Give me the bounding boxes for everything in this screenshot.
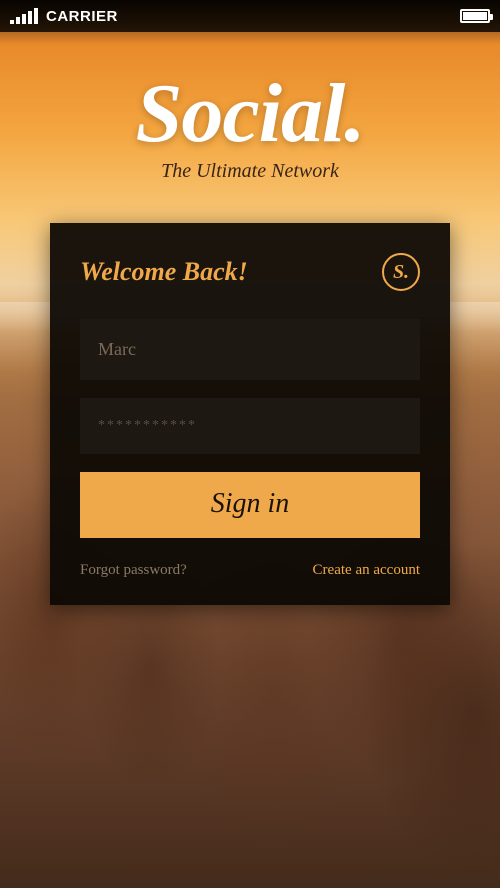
signal-icon bbox=[10, 8, 38, 24]
app-tagline: The Ultimate Network bbox=[0, 160, 500, 183]
username-input[interactable] bbox=[80, 319, 420, 380]
app-logo: Social. bbox=[0, 72, 500, 156]
password-input[interactable] bbox=[80, 398, 420, 454]
brand-badge-icon: S. bbox=[382, 253, 420, 291]
carrier-label: CARRIER bbox=[46, 8, 118, 25]
create-account-link[interactable]: Create an account bbox=[313, 562, 420, 579]
brand-header: Social. The Ultimate Network bbox=[0, 72, 500, 183]
card-header: Welcome Back! S. bbox=[80, 253, 420, 291]
status-bar: CARRIER bbox=[0, 0, 500, 32]
battery-icon bbox=[460, 9, 490, 23]
sign-in-button[interactable]: Sign in bbox=[80, 472, 420, 538]
login-card: Welcome Back! S. Sign in Forgot password… bbox=[50, 223, 450, 605]
welcome-title: Welcome Back! bbox=[80, 257, 248, 287]
forgot-password-link[interactable]: Forgot password? bbox=[80, 562, 187, 579]
status-left: CARRIER bbox=[10, 8, 118, 25]
app-screen: CARRIER Social. The Ultimate Network Wel… bbox=[0, 0, 500, 888]
card-footer: Forgot password? Create an account bbox=[80, 562, 420, 579]
